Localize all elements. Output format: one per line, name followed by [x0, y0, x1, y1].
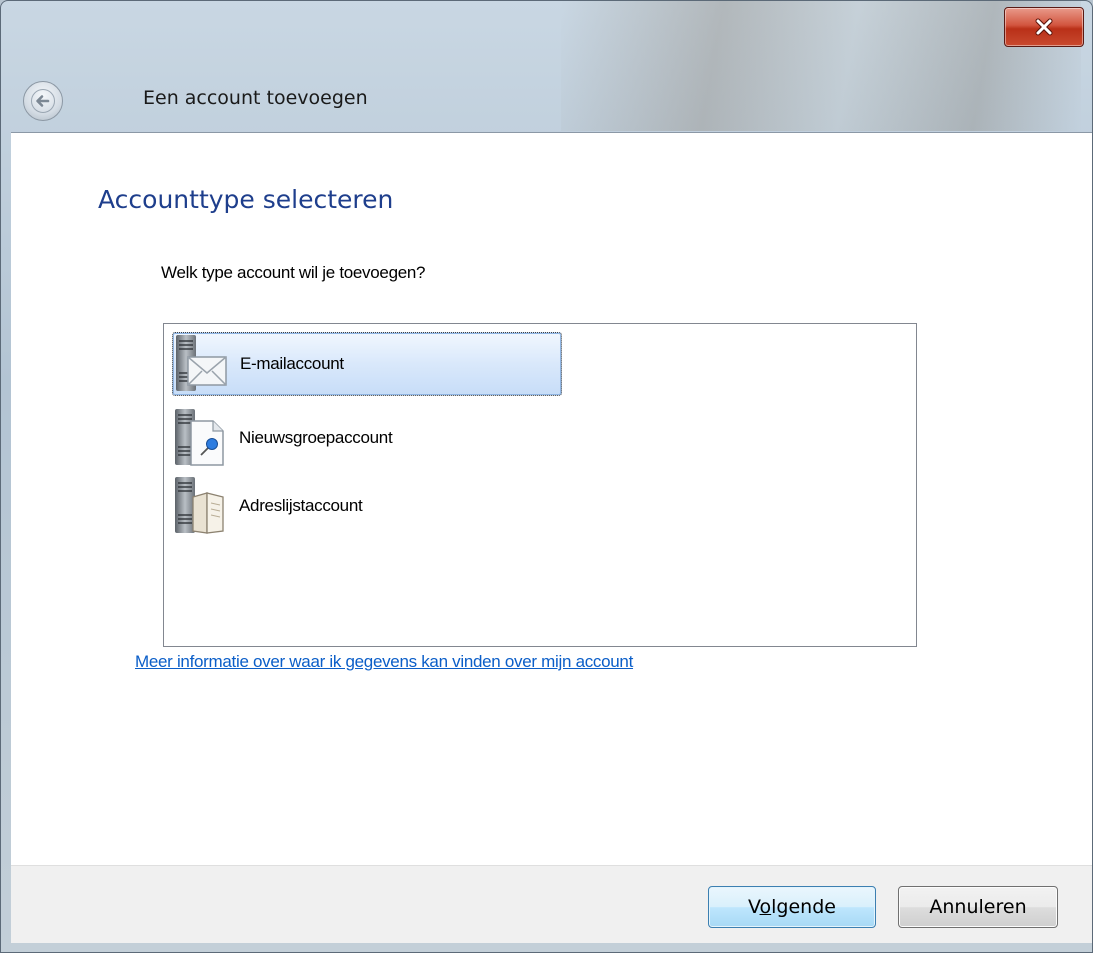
next-label-accelerator: o — [759, 896, 772, 918]
next-label-part: lgende — [771, 896, 836, 918]
question-label: Welk type account wil je toevoegen? — [161, 263, 426, 282]
next-label-part: V — [748, 896, 760, 918]
list-item-label: Nieuwsgroepaccount — [239, 428, 393, 447]
window-title: Een account toevoegen — [143, 87, 368, 109]
newsgroup-server-icon — [175, 409, 224, 466]
list-item-label: Adreslijstaccount — [239, 496, 363, 515]
next-button-label: Volgende — [748, 896, 836, 918]
window-bottom-border — [11, 942, 1092, 952]
title-bar: Een account toevoegen — [1, 1, 1092, 131]
account-type-list[interactable]: E-mailaccount Nieuwsgroepaccount Adresli… — [163, 323, 917, 647]
page-title: Accounttype selecteren — [98, 185, 394, 214]
list-item-label: E-mailaccount — [240, 354, 344, 373]
directory-server-icon — [175, 477, 224, 534]
close-x-icon — [1035, 18, 1053, 36]
list-item-email-account[interactable]: E-mailaccount — [172, 332, 562, 396]
back-arrow-icon — [31, 89, 55, 113]
back-button[interactable] — [23, 81, 63, 121]
close-button[interactable] — [1004, 7, 1084, 47]
next-button[interactable]: Volgende — [708, 886, 876, 928]
list-item-newsgroup-account[interactable]: Nieuwsgroepaccount — [172, 406, 562, 470]
more-info-link[interactable]: Meer informatie over waar ik gegevens ka… — [135, 652, 633, 672]
mail-server-icon — [176, 335, 227, 391]
dialog-footer: Volgende Annuleren — [11, 865, 1092, 943]
dialog-content: Accounttype selecteren Welk type account… — [11, 132, 1092, 865]
cancel-button[interactable]: Annuleren — [898, 886, 1058, 928]
add-account-dialog: Een account toevoegen Accounttype select… — [0, 0, 1093, 953]
list-item-directory-account[interactable]: Adreslijstaccount — [172, 474, 562, 538]
